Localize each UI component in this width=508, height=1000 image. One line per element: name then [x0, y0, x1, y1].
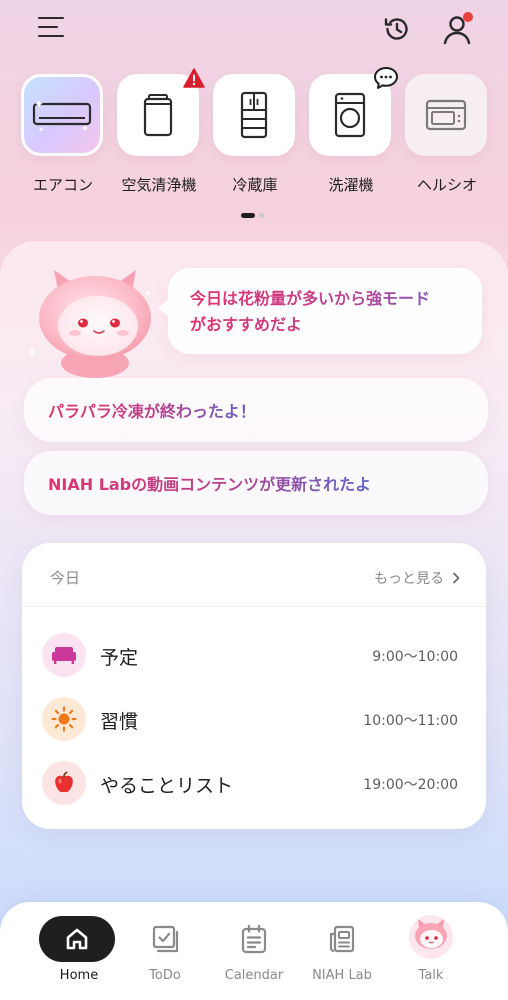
today-item-schedule[interactable]: 予定 9:00～10:00 — [22, 627, 486, 683]
cat-mascot — [28, 270, 151, 378]
news-icon — [329, 925, 355, 953]
history-clock-icon[interactable] — [382, 14, 412, 44]
device-air-conditioner[interactable]: エアコン — [21, 74, 105, 195]
device-label: 冷蔵庫 — [232, 176, 278, 194]
device-tile[interactable] — [309, 67, 398, 156]
sun-icon — [42, 697, 86, 741]
device-tile[interactable] — [117, 68, 205, 156]
today-title: 今日 — [50, 569, 81, 587]
tab-todo[interactable]: ToDo — [120, 902, 210, 1000]
tab-label: Talk — [418, 968, 444, 983]
item-time: 10:00～11:00 — [363, 713, 458, 729]
tab-label: NIAH Lab — [312, 968, 372, 983]
sofa-icon — [42, 633, 86, 677]
today-item-habit[interactable]: 習慣 10:00～11:00 — [22, 691, 486, 747]
tab-active-indicator — [39, 916, 115, 962]
notice-item[interactable]: NIAH Labの動画コンテンツが更新されたよ — [24, 451, 488, 515]
device-label: 洗濯機 — [328, 176, 374, 194]
device-label: 空気清浄機 — [121, 176, 197, 194]
header — [0, 0, 508, 60]
chevron-right-icon — [453, 572, 460, 584]
pager-dot — [259, 213, 264, 218]
user-profile-button[interactable] — [440, 12, 474, 46]
item-label: 予定 — [100, 647, 139, 669]
air-purifier-icon — [143, 94, 173, 137]
device-label: ヘルシオ — [416, 176, 477, 194]
device-air-purifier[interactable]: 空気清浄機 — [117, 68, 205, 195]
tab-talk[interactable]: Talk — [386, 902, 476, 1000]
item-label: 習慣 — [100, 711, 139, 733]
device-carousel[interactable]: エアコン 空気清浄機 冷蔵庫 洗濯機 ヘルシオ — [0, 67, 508, 204]
carousel-pager — [241, 212, 271, 218]
calendar-icon — [241, 924, 267, 954]
today-card: 今日 もっと見る 予定 9:00～10:00 習慣 10:00～11:00 やる… — [22, 543, 486, 829]
tab-label: Home — [59, 968, 99, 983]
see-more-link[interactable]: もっと見る — [374, 568, 460, 588]
home-icon — [66, 928, 88, 950]
pager-dot-active — [241, 213, 255, 218]
refrigerator-icon — [240, 91, 268, 139]
device-tile-selected[interactable] — [21, 74, 103, 156]
notification-dot — [463, 12, 473, 22]
bottom-tab-bar: Home ToDo Calendar NIAH Lab Talk — [0, 902, 508, 1000]
mascot-avatar-icon — [409, 915, 453, 959]
notice-item[interactable]: パラパラ冷凍が終わったよ！ — [24, 378, 488, 442]
washing-machine-icon — [334, 92, 366, 138]
bubble-text-line1: 今日は花粉量が多いから強モード — [190, 286, 462, 312]
device-washing-machine[interactable]: 洗濯機 — [309, 67, 398, 195]
device-label: エアコン — [32, 176, 93, 194]
see-more-label: もっと見る — [374, 571, 444, 587]
today-item-todo-list[interactable]: やることリスト 19:00～20:00 — [22, 755, 486, 811]
hamburger-menu-icon[interactable] — [38, 17, 64, 39]
tab-home[interactable]: Home — [34, 902, 124, 1000]
item-time: 19:00～20:00 — [363, 777, 458, 793]
assistant-speech-bubble: 今日は花粉量が多いから強モード がおすすめだよ — [158, 268, 482, 354]
tab-label: Calendar — [224, 968, 284, 983]
tab-label: ToDo — [149, 968, 181, 983]
device-tile[interactable] — [213, 74, 295, 156]
speech-bubble-tail — [158, 298, 170, 318]
item-time: 9:00～10:00 — [372, 649, 458, 665]
todo-checklist-icon — [152, 925, 179, 953]
notice-text: NIAH Labの動画コンテンツが更新されたよ — [48, 471, 371, 495]
tab-niah-lab[interactable]: NIAH Lab — [297, 902, 387, 1000]
air-conditioner-icon — [32, 100, 92, 132]
device-tile[interactable] — [405, 74, 487, 156]
apple-icon — [42, 761, 86, 805]
bubble-text-line2: がおすすめだよ — [190, 312, 462, 338]
chat-bubble-icon — [374, 67, 398, 89]
item-label: やることリスト — [100, 775, 234, 797]
notice-text: パラパラ冷凍が終わったよ！ — [48, 398, 256, 422]
microwave-oven-icon — [425, 99, 467, 131]
device-healsio[interactable]: ヘルシオ — [405, 74, 489, 195]
alert-icon — [183, 68, 205, 88]
tab-calendar[interactable]: Calendar — [209, 902, 299, 1000]
today-header: 今日 もっと見る — [22, 543, 486, 607]
device-refrigerator[interactable]: 冷蔵庫 — [213, 74, 297, 195]
